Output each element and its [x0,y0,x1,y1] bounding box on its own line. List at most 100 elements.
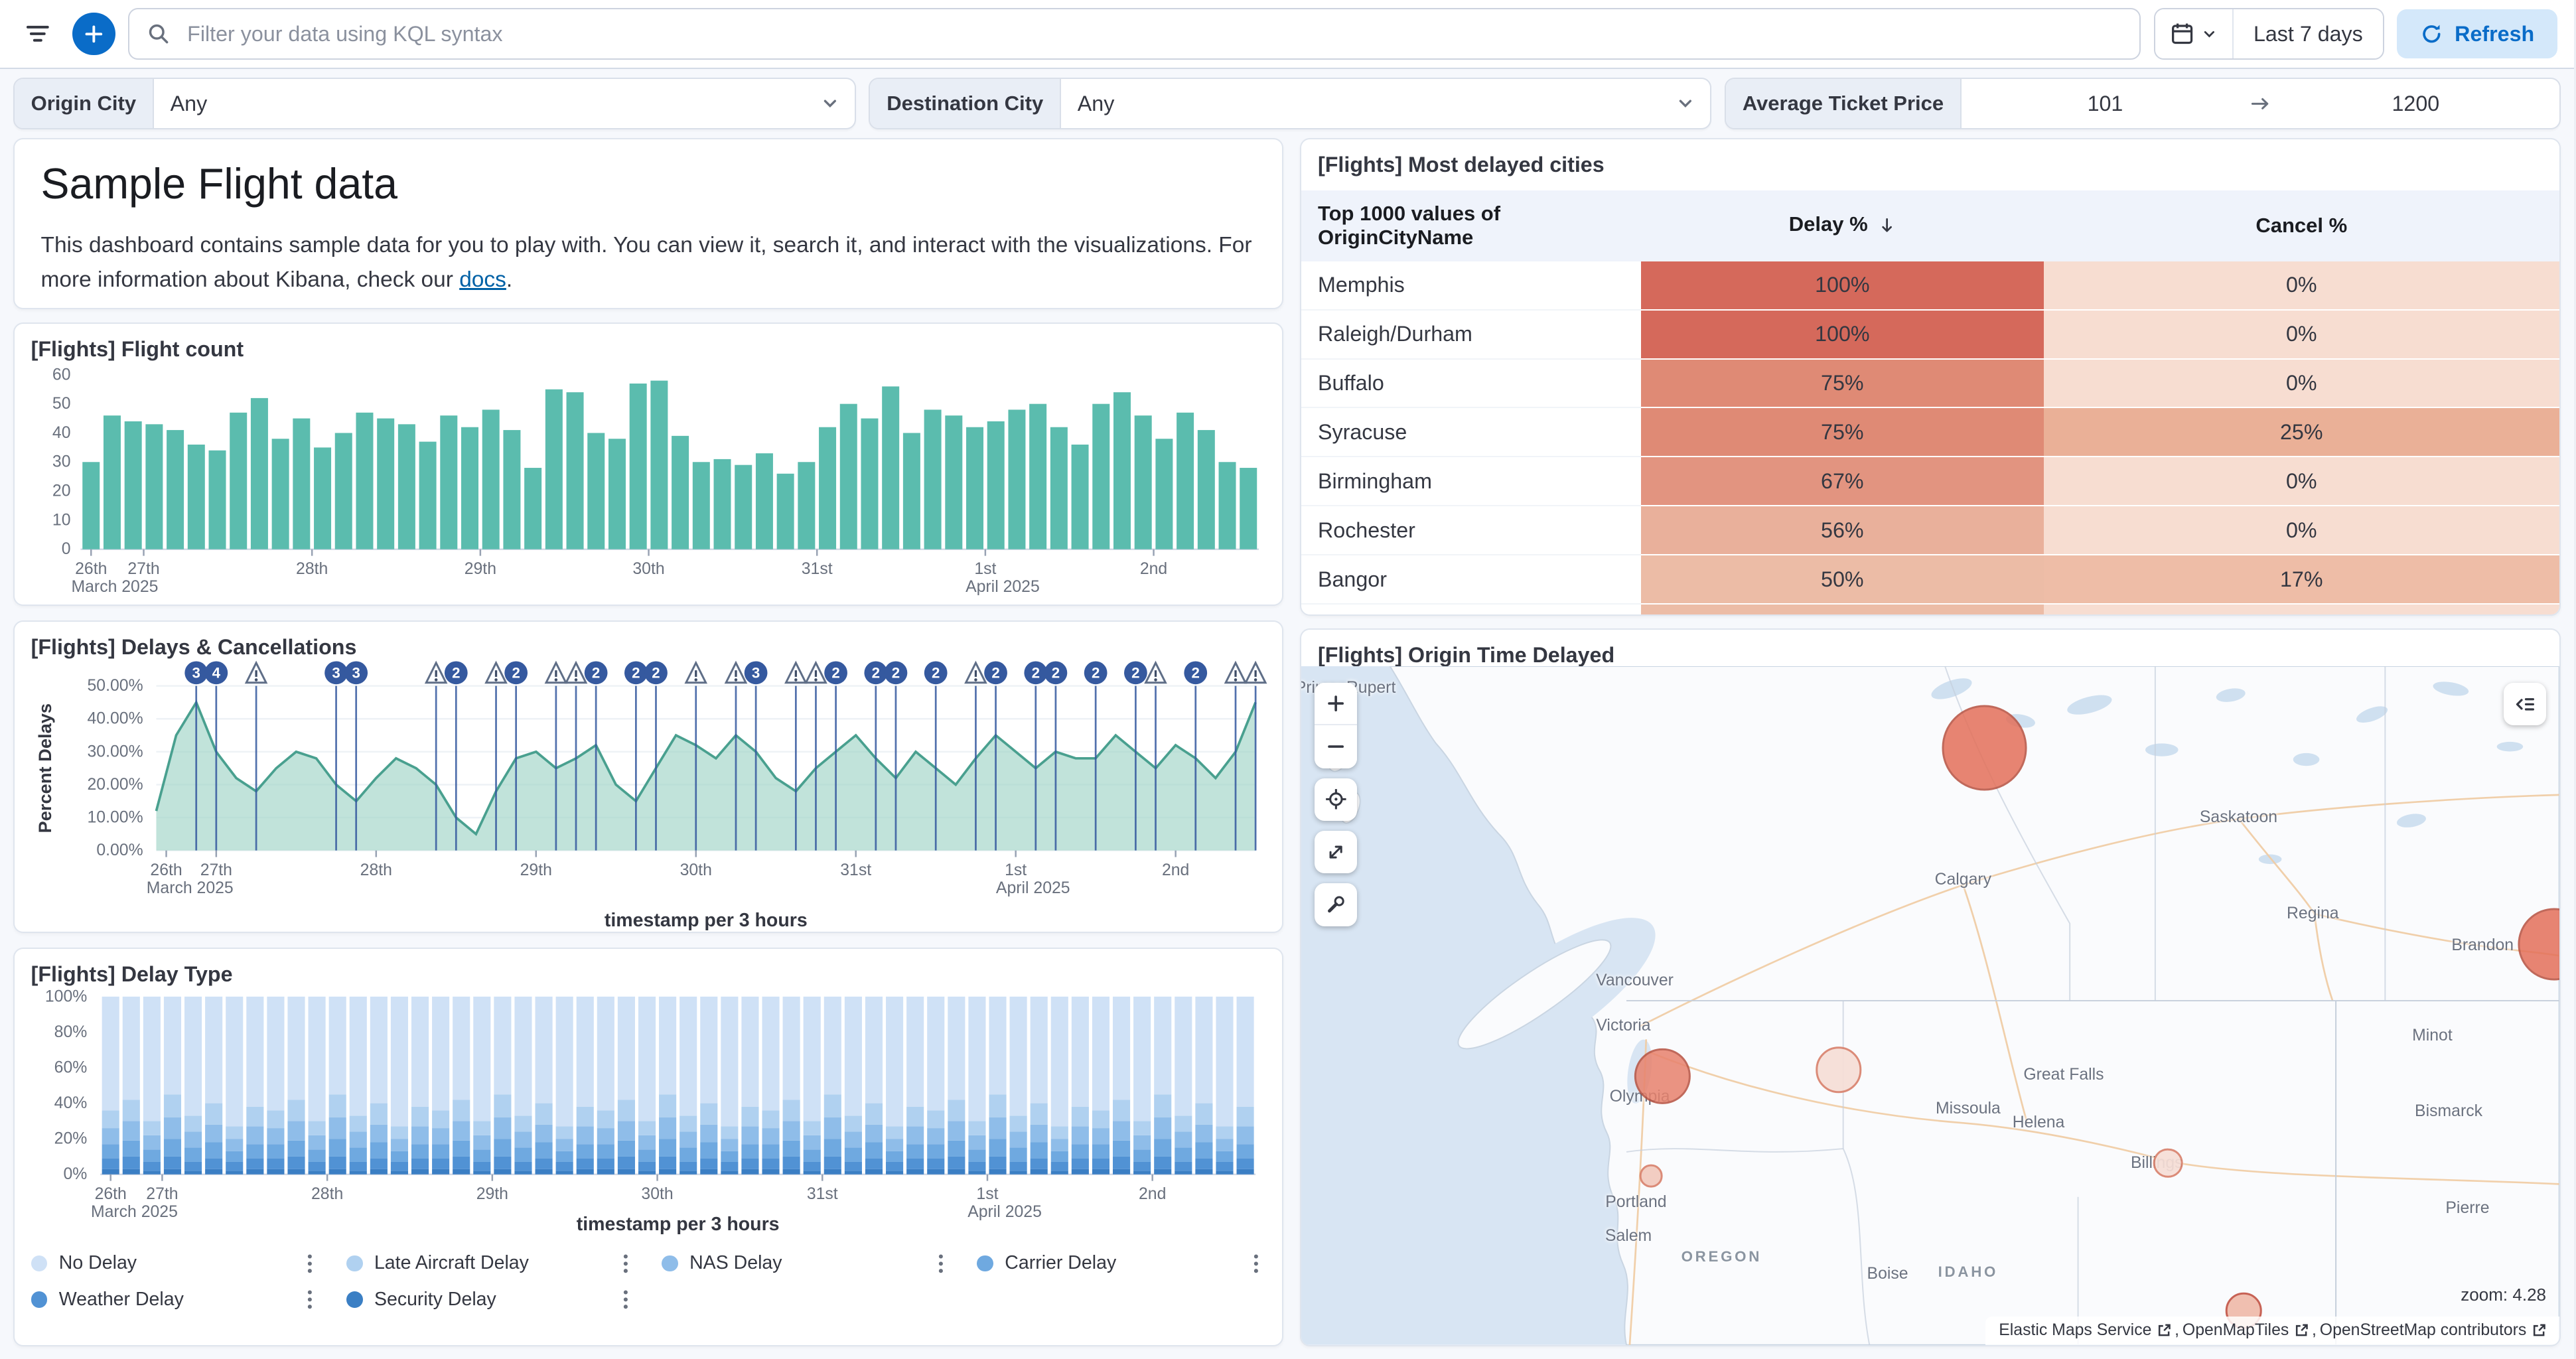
bar-segment[interactable] [782,1169,800,1175]
bar-segment[interactable] [680,1171,697,1175]
bar-segment[interactable] [1071,1127,1088,1145]
bar-segment[interactable] [287,1100,305,1121]
bar-segment[interactable] [659,1094,676,1117]
bar-segment[interactable] [680,997,697,1115]
bar-segment[interactable] [906,1159,924,1169]
bar[interactable] [187,445,204,549]
bar-segment[interactable] [535,997,552,1104]
bar-segment[interactable] [102,1111,119,1129]
bar-segment[interactable] [184,1171,202,1175]
bar-segment[interactable] [906,1127,924,1145]
map-zoom-in-button[interactable] [1315,683,1357,725]
bar-segment[interactable] [844,997,861,1115]
bar-segment[interactable] [1050,1171,1068,1175]
bar[interactable] [798,462,815,549]
bar-segment[interactable] [721,997,738,1127]
bar[interactable] [482,409,499,549]
bar-segment[interactable] [473,1171,490,1175]
bar-segment[interactable] [287,1141,305,1157]
bar[interactable] [1197,430,1214,549]
bar-segment[interactable] [411,1107,429,1126]
bar-segment[interactable] [226,1171,243,1175]
bar-segment[interactable] [1236,1144,1253,1158]
bar-segment[interactable] [1236,1169,1253,1175]
bar-segment[interactable] [948,1141,965,1157]
date-quick-select-button[interactable] [2155,9,2234,58]
bar-segment[interactable] [741,1169,758,1175]
bar-segment[interactable] [989,1094,1006,1117]
map-origin-circle[interactable] [1634,1048,1690,1104]
bar-segment[interactable] [762,1144,779,1158]
bar-segment[interactable] [184,997,202,1115]
bar-segment[interactable] [555,1127,573,1139]
bar-segment[interactable] [659,997,676,1094]
bar-segment[interactable] [1009,1162,1027,1171]
bar[interactable] [167,430,184,549]
time-range-button[interactable]: Last 7 days [2234,9,2382,58]
bar-segment[interactable] [494,1117,511,1139]
bar-segment[interactable] [267,1144,284,1158]
bar-segment[interactable] [1154,1157,1171,1169]
bar-segment[interactable] [1175,1116,1192,1132]
bar-segment[interactable] [349,1148,366,1162]
map-origin-circle[interactable] [2153,1148,2183,1178]
bar-segment[interactable] [597,1169,614,1175]
bar[interactable] [1155,439,1173,549]
bar-segment[interactable] [741,997,758,1107]
bar-segment[interactable] [803,1121,820,1135]
bar-segment[interactable] [555,1139,573,1151]
bar-segment[interactable] [349,1162,366,1171]
bar-segment[interactable] [1030,1104,1047,1125]
bar-segment[interactable] [1113,1169,1130,1175]
bar-segment[interactable] [597,1159,614,1169]
delay-type-bars[interactable] [102,997,1253,1175]
ticket-price-min-input[interactable]: 101 [1962,92,2249,116]
bar-segment[interactable] [700,997,717,1104]
bar-segment[interactable] [1092,1128,1109,1144]
bar-segment[interactable] [617,997,634,1100]
bar[interactable] [1134,415,1151,549]
bar-segment[interactable] [1030,1159,1047,1169]
map-origin-circle[interactable] [1942,705,2027,790]
bar-segment[interactable] [1133,1150,1151,1163]
bar-segment[interactable] [164,1157,181,1169]
bar[interactable] [882,386,899,549]
legend-item[interactable]: Late Aircraft Delay [346,1247,635,1280]
bar-segment[interactable] [886,1139,903,1151]
bar-segment[interactable] [576,1159,593,1169]
map-tools-button[interactable] [1315,883,1357,926]
bar[interactable] [1008,409,1025,549]
bar-segment[interactable] [659,1139,676,1157]
bar-segment[interactable] [1092,1169,1109,1175]
bar-segment[interactable] [328,1117,346,1139]
bar-segment[interactable] [1133,997,1151,1121]
bar-segment[interactable] [1092,1144,1109,1158]
bar-segment[interactable] [927,1128,944,1144]
bar-segment[interactable] [1236,1127,1253,1145]
bar-segment[interactable] [1113,1157,1130,1169]
bar-segment[interactable] [1092,997,1109,1110]
bar-segment[interactable] [680,1148,697,1162]
bar-segment[interactable] [535,1104,552,1125]
bar-segment[interactable] [246,1169,263,1175]
bar-segment[interactable] [1195,1159,1212,1169]
bar-segment[interactable] [267,1169,284,1175]
bar-segment[interactable] [1113,1121,1130,1141]
bar-segment[interactable] [555,1162,573,1171]
bar-segment[interactable] [576,1107,593,1126]
bar-segment[interactable] [638,1162,656,1171]
bar-segment[interactable] [1009,1116,1027,1132]
bar-segment[interactable] [1216,1171,1233,1175]
bar-segment[interactable] [246,1127,263,1145]
bar-segment[interactable] [576,1144,593,1158]
bar-segment[interactable] [555,1151,573,1162]
bar-segment[interactable] [1175,1148,1192,1162]
bar-segment[interactable] [721,1151,738,1162]
bar-segment[interactable] [205,997,222,1104]
bar-segment[interactable] [411,1159,429,1169]
bar-segment[interactable] [287,1169,305,1175]
bar-segment[interactable] [948,1169,965,1175]
bar-segment[interactable] [432,1169,449,1175]
map-canvas[interactable]: Prince RupertSaskatoonCalgaryReginaBrand… [1301,666,2559,1345]
bar[interactable] [1177,413,1194,549]
